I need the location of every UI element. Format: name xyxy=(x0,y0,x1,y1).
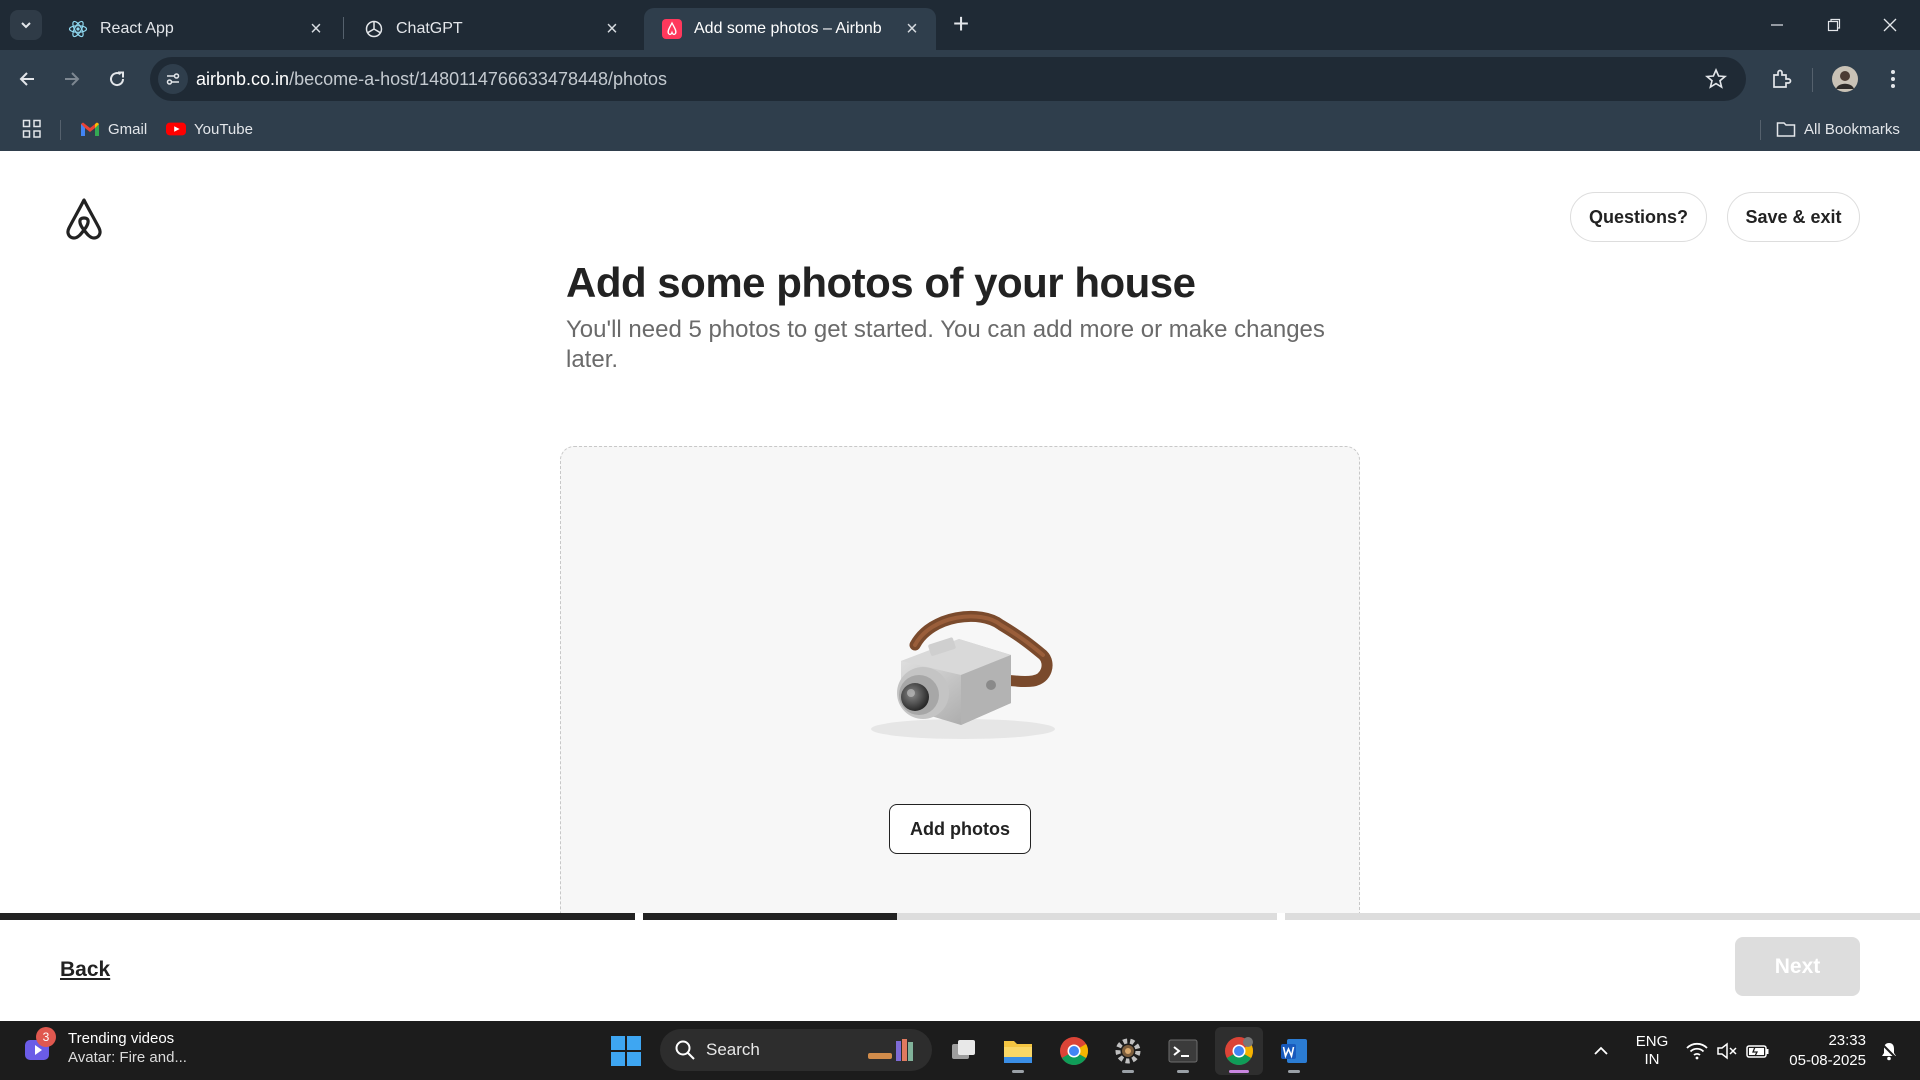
bookmarks-bar: Gmail YouTube All Bookmarks xyxy=(0,108,1920,151)
bookmark-youtube[interactable]: YouTube xyxy=(166,117,253,141)
tab-airbnb[interactable]: Add some photos – Airbnb × xyxy=(644,8,936,50)
notifications-bell-icon[interactable] xyxy=(1874,1021,1904,1080)
chevron-down-icon xyxy=(21,22,31,29)
windows-taskbar: 3 Trending videos Avatar: Fire and... Se… xyxy=(0,1021,1920,1080)
questions-button[interactable]: Questions? xyxy=(1570,192,1707,242)
tab-title: React App xyxy=(100,20,174,37)
running-indicator xyxy=(1012,1070,1024,1073)
page-title: Add some photos of your house xyxy=(566,259,1196,306)
all-bookmarks-button[interactable]: All Bookmarks xyxy=(1776,117,1900,141)
close-window-icon[interactable] xyxy=(1862,0,1918,50)
running-indicator xyxy=(1177,1070,1189,1073)
url-text: airbnb.co.in/become-a-host/1480114766633… xyxy=(196,69,667,90)
close-tab-icon[interactable]: × xyxy=(304,17,328,41)
new-tab-button[interactable]: + xyxy=(946,10,976,40)
books-search-highlight-icon xyxy=(868,1039,913,1061)
task-view-icon[interactable] xyxy=(940,1027,988,1075)
tab-search-button[interactable] xyxy=(10,10,42,40)
windows-start-icon[interactable] xyxy=(610,1035,642,1067)
language-top: ENG xyxy=(1635,1032,1669,1050)
site-info-icon[interactable] xyxy=(158,64,188,94)
save-exit-button[interactable]: Save & exit xyxy=(1727,192,1860,242)
reload-icon[interactable] xyxy=(100,62,134,96)
wifi-icon[interactable] xyxy=(1684,1021,1710,1080)
chrome-icon[interactable] xyxy=(1050,1027,1098,1075)
bookmark-gmail[interactable]: Gmail xyxy=(80,117,147,141)
back-arrow-icon[interactable] xyxy=(10,62,44,96)
file-explorer-icon[interactable] xyxy=(994,1027,1042,1075)
gmail-icon xyxy=(80,119,100,139)
address-bar[interactable]: airbnb.co.in/become-a-host/1480114766633… xyxy=(150,57,1746,101)
airbnb-icon xyxy=(662,19,682,39)
add-photos-button[interactable]: Add photos xyxy=(889,804,1031,854)
progress-bar xyxy=(0,913,1920,920)
bookmark-label: Gmail xyxy=(108,120,148,138)
airbnb-logo[interactable] xyxy=(64,196,104,240)
progress-segment xyxy=(1285,913,1920,920)
progress-fill xyxy=(643,913,897,920)
url-path: /become-a-host/1480114766633478448/photo… xyxy=(289,69,668,89)
tab-title: ChatGPT xyxy=(396,20,463,37)
language-bottom: IN xyxy=(1644,1050,1660,1068)
restore-icon[interactable] xyxy=(1806,0,1862,50)
word-icon[interactable] xyxy=(1270,1027,1318,1075)
bookmarks-divider xyxy=(60,120,61,140)
tab-divider xyxy=(343,17,344,39)
volume-muted-icon[interactable] xyxy=(1714,1021,1740,1080)
all-bookmarks-label: All Bookmarks xyxy=(1804,120,1900,138)
battery-icon[interactable] xyxy=(1744,1021,1772,1080)
toolbar-divider xyxy=(1812,68,1813,92)
terminal-icon[interactable] xyxy=(1159,1027,1207,1075)
tab-chatgpt[interactable]: ChatGPT × xyxy=(346,8,636,50)
footer: Back Next xyxy=(0,920,1920,1021)
running-indicator xyxy=(1122,1070,1134,1073)
minimize-icon[interactable] xyxy=(1749,0,1805,50)
apps-grid-icon[interactable] xyxy=(22,117,42,141)
back-link[interactable]: Back xyxy=(60,958,110,982)
taskbar-search[interactable]: Search xyxy=(660,1029,932,1071)
video-widget-icon: 3 xyxy=(22,1027,56,1065)
settings-app-icon[interactable] xyxy=(1104,1027,1152,1075)
progress-segment xyxy=(0,913,635,920)
tab-title: Add some photos – Airbnb xyxy=(694,20,882,37)
browser-menu-icon[interactable] xyxy=(1878,64,1908,94)
close-tab-icon[interactable]: × xyxy=(600,17,624,41)
news-widget[interactable]: 3 Trending videos Avatar: Fire and... xyxy=(22,1027,187,1067)
chrome-active-icon[interactable] xyxy=(1215,1027,1263,1075)
bookmarks-divider xyxy=(1760,120,1761,140)
page-subtitle: You'll need 5 photos to get started. You… xyxy=(566,316,1325,373)
close-tab-icon[interactable]: × xyxy=(900,17,924,41)
url-host: airbnb.co.in xyxy=(196,69,290,89)
language-indicator[interactable]: ENG IN xyxy=(1630,1021,1674,1080)
react-icon xyxy=(68,19,88,39)
next-button[interactable]: Next xyxy=(1735,937,1860,996)
progress-segment xyxy=(643,913,1277,920)
extensions-icon[interactable] xyxy=(1766,64,1796,94)
progress-fill xyxy=(0,913,635,920)
airbnb-page: Questions? Save & exit Add some photos o… xyxy=(0,151,1920,1021)
camera-illustration xyxy=(851,597,1071,747)
folder-icon xyxy=(1776,119,1796,139)
clock-time: 23:33 xyxy=(1828,1032,1866,1049)
chatgpt-icon xyxy=(364,19,384,39)
widget-subtitle: Avatar: Fire and... xyxy=(68,1049,187,1066)
widget-title: Trending videos xyxy=(68,1030,175,1047)
search-icon xyxy=(675,1040,695,1060)
bookmark-star-icon[interactable] xyxy=(1704,67,1728,91)
active-indicator xyxy=(1229,1070,1249,1073)
profile-avatar[interactable] xyxy=(1830,64,1860,94)
tab-strip: React App × ChatGPT × Add some photos – … xyxy=(0,0,1920,50)
photo-dropzone[interactable]: Add photos xyxy=(560,446,1360,926)
clock-date: 05-08-2025 xyxy=(1789,1052,1866,1069)
youtube-icon xyxy=(166,119,186,139)
bookmark-label: YouTube xyxy=(194,120,253,138)
tab-react-app[interactable]: React App × xyxy=(50,8,340,50)
running-indicator xyxy=(1288,1070,1300,1073)
show-hidden-icons-chevron-icon[interactable] xyxy=(1586,1021,1616,1080)
search-label: Search xyxy=(706,1040,760,1059)
notification-badge: 3 xyxy=(36,1027,56,1047)
system-clock[interactable]: 23:33 05-08-2025 xyxy=(1778,1031,1866,1071)
forward-arrow-icon[interactable] xyxy=(55,62,89,96)
browser-toolbar: airbnb.co.in/become-a-host/1480114766633… xyxy=(0,50,1920,108)
